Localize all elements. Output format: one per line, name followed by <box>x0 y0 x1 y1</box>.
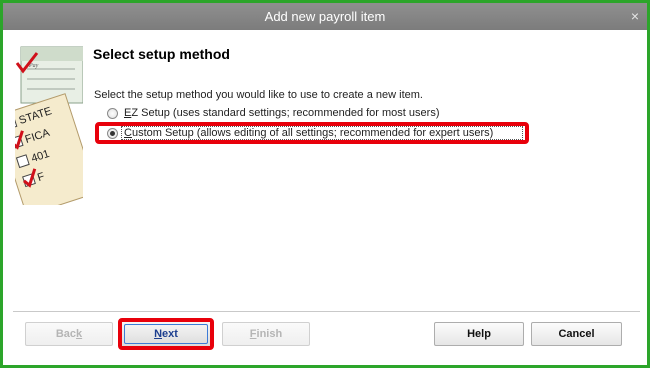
custom-setup-radio[interactable] <box>107 127 118 139</box>
custom-accelerator: C <box>124 127 132 139</box>
custom-setup-option[interactable]: Custom Setup (allows editing of all sett… <box>107 127 493 139</box>
close-icon[interactable]: × <box>631 8 639 24</box>
finish-accelerator: F <box>249 328 257 340</box>
window-frame: Add new payroll item × Pay STATE FICA 40… <box>0 0 650 368</box>
custom-label-text: ustom Setup (allows editing of all setti… <box>131 127 494 139</box>
help-button[interactable]: Help <box>434 322 524 346</box>
custom-setup-label[interactable]: Custom Setup (allows editing of all sett… <box>124 127 493 139</box>
finish-label-post: inish <box>256 328 283 340</box>
back-label-pre: Bac <box>55 328 77 340</box>
cancel-button[interactable]: Cancel <box>531 322 622 346</box>
footer-separator <box>13 311 640 312</box>
page-title: Select setup method <box>93 46 230 62</box>
window-title: Add new payroll item <box>264 9 386 24</box>
ez-setup-option[interactable]: EZ Setup (uses standard settings; recomm… <box>107 107 439 119</box>
back-accelerator: k <box>76 328 83 340</box>
next-button[interactable]: Next <box>118 318 214 350</box>
ez-label-text: Z Setup (uses standard settings; recomme… <box>131 107 440 119</box>
instruction-text: Select the setup method you would like t… <box>94 89 423 101</box>
title-bar[interactable]: Add new payroll item × <box>3 3 647 30</box>
ez-setup-radio[interactable] <box>107 107 118 119</box>
next-focus-ring <box>124 324 208 344</box>
back-button[interactable]: Bac k <box>25 322 113 346</box>
finish-button[interactable]: Finish <box>222 322 310 346</box>
payroll-forms-illustration: Pay STATE FICA 401 F <box>15 46 83 205</box>
dialog-body: Pay STATE FICA 401 F Select setup method… <box>13 37 640 360</box>
ez-setup-label[interactable]: EZ Setup (uses standard settings; recomm… <box>124 107 439 119</box>
